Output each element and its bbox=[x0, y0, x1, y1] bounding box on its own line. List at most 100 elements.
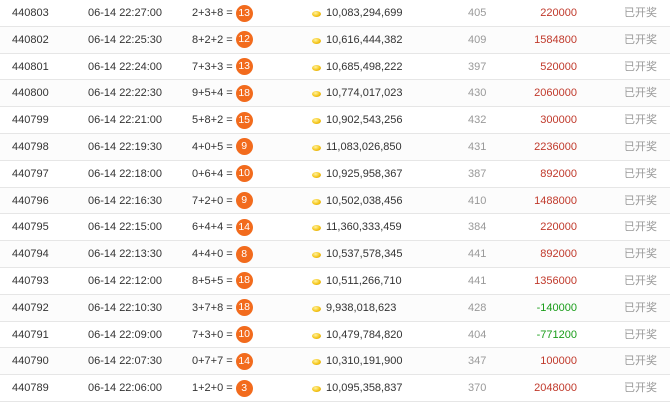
prize-pool: 10,095,358,837 bbox=[312, 375, 402, 401]
participant-count: 410 bbox=[468, 194, 487, 207]
issue-number: 440799 bbox=[12, 114, 49, 127]
gold-coin-icon bbox=[312, 252, 321, 259]
win-amount: 2236000 bbox=[534, 140, 577, 153]
participant-count: 409 bbox=[468, 33, 487, 46]
result-ball: 15 bbox=[235, 111, 253, 129]
result-ball: 18 bbox=[235, 299, 253, 317]
table-row: 440794 06-14 22:13:30 4+4+0 = 8 10,537,5… bbox=[0, 241, 670, 268]
issue-number: 440800 bbox=[12, 87, 49, 100]
formula-text: 4+4+0 = bbox=[192, 248, 233, 261]
result-ball: 10 bbox=[235, 326, 253, 344]
formula-text: 7+3+0 = bbox=[192, 328, 233, 341]
participant-count: 397 bbox=[468, 60, 487, 73]
prize-pool-amount: 10,616,444,382 bbox=[326, 33, 403, 46]
draw-formula: 5+8+2 = 15 bbox=[192, 107, 253, 133]
result-ball: 13 bbox=[235, 4, 253, 22]
issue-number: 440795 bbox=[12, 221, 49, 234]
formula-text: 0+7+7 = bbox=[192, 355, 233, 368]
prize-pool-amount: 10,479,784,820 bbox=[326, 328, 403, 341]
result-ball: 8 bbox=[235, 245, 253, 263]
draw-time: 06-14 22:09:00 bbox=[88, 328, 163, 341]
win-amount: 520000 bbox=[540, 60, 577, 73]
gold-coin-icon bbox=[312, 332, 321, 339]
win-amount: 1488000 bbox=[534, 194, 577, 207]
participant-count: 347 bbox=[468, 355, 487, 368]
table-row: 440791 06-14 22:09:00 7+3+0 = 10 10,479,… bbox=[0, 321, 670, 349]
prize-pool-amount: 10,925,958,367 bbox=[326, 167, 403, 180]
prize-pool: 10,774,017,023 bbox=[312, 80, 402, 106]
draw-time: 06-14 22:06:00 bbox=[88, 382, 163, 395]
win-amount: 1356000 bbox=[534, 274, 577, 287]
participant-count: 432 bbox=[468, 114, 487, 127]
draw-time: 06-14 22:18:00 bbox=[88, 167, 163, 180]
result-ball: 14 bbox=[235, 352, 253, 370]
prize-pool: 10,902,543,256 bbox=[312, 107, 402, 133]
draw-time: 06-14 22:10:30 bbox=[88, 301, 163, 314]
result-ball: 10 bbox=[235, 165, 253, 183]
draw-time: 06-14 22:15:00 bbox=[88, 221, 163, 234]
table-row: 440801 06-14 22:24:00 7+3+3 = 13 10,685,… bbox=[0, 53, 670, 81]
win-amount: 100000 bbox=[540, 355, 577, 368]
issue-number: 440793 bbox=[12, 274, 49, 287]
formula-text: 8+2+2 = bbox=[192, 33, 233, 46]
prize-pool: 10,925,958,367 bbox=[312, 161, 402, 187]
table-row: 440789 06-14 22:06:00 1+2+0 = 3 10,095,3… bbox=[0, 375, 670, 402]
draw-formula: 0+7+7 = 14 bbox=[192, 348, 253, 374]
result-ball: 12 bbox=[235, 31, 253, 49]
formula-text: 6+4+4 = bbox=[192, 221, 233, 234]
draw-time: 06-14 22:21:00 bbox=[88, 114, 163, 127]
prize-pool: 10,616,444,382 bbox=[312, 27, 402, 53]
status-label: 已开奖 bbox=[624, 7, 657, 19]
formula-text: 0+6+4 = bbox=[192, 167, 233, 180]
formula-text: 7+3+3 = bbox=[192, 60, 233, 73]
draw-time: 06-14 22:16:30 bbox=[88, 194, 163, 207]
participant-count: 441 bbox=[468, 248, 487, 261]
prize-pool-amount: 11,083,026,850 bbox=[326, 140, 402, 153]
status-label: 已开奖 bbox=[624, 87, 657, 100]
draw-formula: 8+5+5 = 18 bbox=[192, 268, 253, 294]
win-amount: -140000 bbox=[536, 301, 577, 314]
draw-time: 06-14 22:12:00 bbox=[88, 274, 163, 287]
participant-count: 384 bbox=[468, 221, 487, 234]
formula-text: 1+2+0 = bbox=[192, 382, 233, 395]
table-row: 440803 06-14 22:27:00 2+3+8 = 13 10,083,… bbox=[0, 0, 670, 27]
status-label: 已开奖 bbox=[624, 382, 657, 395]
result-ball: 13 bbox=[235, 58, 253, 76]
formula-text: 9+5+4 = bbox=[192, 87, 233, 100]
participant-count: 387 bbox=[468, 167, 487, 180]
status-label: 已开奖 bbox=[624, 114, 657, 127]
draw-formula: 1+2+0 = 3 bbox=[192, 375, 253, 401]
table-row: 440800 06-14 22:22:30 9+5+4 = 18 10,774,… bbox=[0, 80, 670, 108]
issue-number: 440794 bbox=[12, 248, 49, 261]
win-amount: 300000 bbox=[540, 114, 577, 127]
status-label: 已开奖 bbox=[624, 328, 657, 341]
draw-formula: 9+5+4 = 18 bbox=[192, 80, 253, 106]
win-amount: -771200 bbox=[536, 328, 577, 341]
issue-number: 440801 bbox=[12, 60, 49, 73]
issue-number: 440789 bbox=[12, 382, 49, 395]
prize-pool-amount: 9,938,018,623 bbox=[326, 301, 397, 314]
prize-pool-amount: 10,310,191,900 bbox=[326, 355, 403, 368]
issue-number: 440792 bbox=[12, 301, 49, 314]
prize-pool-amount: 10,095,358,837 bbox=[326, 382, 403, 395]
gold-coin-icon bbox=[312, 37, 321, 44]
issue-number: 440798 bbox=[12, 140, 49, 153]
prize-pool-amount: 10,774,017,023 bbox=[326, 87, 403, 100]
status-label: 已开奖 bbox=[624, 140, 657, 153]
prize-pool: 10,537,578,345 bbox=[312, 241, 402, 267]
win-amount: 220000 bbox=[540, 221, 577, 234]
draw-time: 06-14 22:27:00 bbox=[88, 7, 163, 19]
issue-number: 440797 bbox=[12, 167, 49, 180]
table-row: 440802 06-14 22:25:30 8+2+2 = 12 10,616,… bbox=[0, 26, 670, 54]
prize-pool-amount: 10,511,266,710 bbox=[326, 274, 402, 287]
status-label: 已开奖 bbox=[624, 301, 657, 314]
participant-count: 404 bbox=[468, 328, 487, 341]
gold-coin-icon bbox=[312, 225, 321, 232]
draw-time: 06-14 22:22:30 bbox=[88, 87, 163, 100]
win-amount: 220000 bbox=[540, 7, 577, 19]
table-row: 440793 06-14 22:12:00 8+5+5 = 18 10,511,… bbox=[0, 267, 670, 295]
draw-time: 06-14 22:13:30 bbox=[88, 248, 163, 261]
table-row: 440796 06-14 22:16:30 7+2+0 = 9 10,502,0… bbox=[0, 187, 670, 215]
status-label: 已开奖 bbox=[624, 167, 657, 180]
draw-time: 06-14 22:24:00 bbox=[88, 60, 163, 73]
